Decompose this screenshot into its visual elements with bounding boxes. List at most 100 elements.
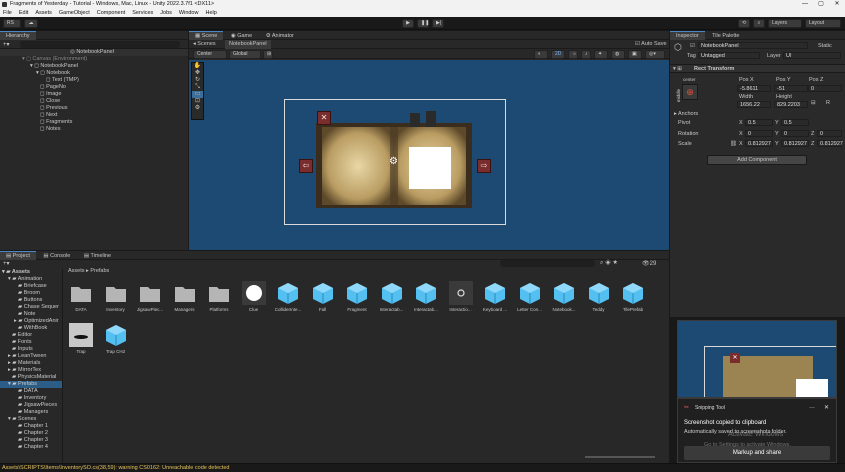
- asset-item[interactable]: Platforms: [204, 281, 234, 312]
- layer-dropdown[interactable]: UI: [783, 52, 841, 59]
- asset-item[interactable]: Clue: [239, 281, 269, 312]
- gizmos-icon[interactable]: ◎▾: [645, 50, 665, 59]
- tree-item-fragments[interactable]: ◻ Fragments: [0, 119, 188, 126]
- asset-item[interactable]: JigsawPiec...: [135, 281, 165, 312]
- close-button-preview[interactable]: ✕: [317, 111, 331, 125]
- tree-fonts[interactable]: ▰ Fonts: [0, 339, 62, 346]
- tree-data[interactable]: ▰ DATA: [0, 388, 62, 395]
- scene-header[interactable]: ◎ NotebookPanel: [0, 49, 188, 56]
- toast-close-icon[interactable]: ✕: [824, 404, 829, 411]
- breadcrumb-scenes[interactable]: ◂ Scenes: [193, 40, 216, 49]
- tree-animation[interactable]: ▾ ▰ Animation: [0, 276, 62, 283]
- tree-broom[interactable]: ▰ Broom: [0, 290, 62, 297]
- tree-briefcase[interactable]: ▰ Briefcase: [0, 283, 62, 290]
- step-icon[interactable]: ▶|: [432, 19, 444, 28]
- tree-item-notebookpanel[interactable]: ▾ ◻ NotebookPanel: [0, 63, 188, 70]
- tree-prefabs[interactable]: ▾ ▰ Prefabs: [0, 381, 62, 388]
- asset-item[interactable]: Fragment: [342, 281, 372, 312]
- toast-more-icon[interactable]: …: [809, 404, 815, 410]
- hand-tool-icon[interactable]: ✋: [192, 63, 203, 70]
- asset-item[interactable]: Letter Con...: [515, 281, 545, 312]
- breadcrumb-notebookpanel[interactable]: NotebookPanel: [225, 40, 271, 49]
- pos-z-field[interactable]: 0: [808, 85, 842, 92]
- tree-withbook[interactable]: ▰ WithBook: [0, 325, 62, 332]
- asset-item[interactable]: Inventory: [101, 281, 131, 312]
- rotate-tool-icon[interactable]: ↻: [192, 77, 203, 84]
- asset-item[interactable]: Notebook...: [549, 281, 579, 312]
- tree-materials[interactable]: ▸ ▰ Materials: [0, 360, 62, 367]
- pivot-dropdown[interactable]: Center: [193, 50, 227, 59]
- account-button[interactable]: RS: [3, 19, 21, 28]
- asset-item[interactable]: Interactab...: [377, 281, 407, 312]
- audio-icon[interactable]: ♪: [581, 50, 591, 59]
- pos-x-field[interactable]: -5.8611: [737, 85, 771, 92]
- tag-dropdown[interactable]: Untagged: [698, 52, 760, 59]
- grid-snap-icon[interactable]: ⊞: [263, 50, 273, 59]
- rot-x-field[interactable]: 0: [745, 130, 773, 137]
- breadcrumb-prefabs[interactable]: Prefabs: [90, 268, 109, 274]
- markup-and-share-button[interactable]: Markup and share: [684, 446, 830, 460]
- minimize-button[interactable]: —: [797, 0, 813, 9]
- move-tool-icon[interactable]: ✥: [192, 70, 203, 77]
- tree-jigsawpieces[interactable]: ▰ JigsawPieces: [0, 402, 62, 409]
- tab-hierarchy[interactable]: Hierarchy: [0, 31, 36, 40]
- create-asset-icon[interactable]: +▾: [3, 260, 10, 267]
- asset-item[interactable]: DATA: [66, 281, 96, 312]
- raw-edit-icon[interactable]: R: [826, 100, 830, 106]
- asset-item[interactable]: Teddy: [584, 281, 614, 312]
- asset-item[interactable]: TilePrefab: [618, 281, 648, 312]
- scene-viewport[interactable]: ✋ ✥ ↻ ⤡ ▭ ⊡ ⚙ ✕ ⇦ ⇨ ⚙: [189, 60, 669, 250]
- menu-gameobject[interactable]: GameObject: [59, 9, 90, 17]
- tree-managers[interactable]: ▰ Managers: [0, 409, 62, 416]
- add-icon[interactable]: +▾: [3, 41, 10, 48]
- asset-item[interactable]: ColliderInte...: [273, 281, 303, 312]
- pivot-handle-icon[interactable]: ⚙: [389, 156, 398, 167]
- anchor-presets-icon[interactable]: ⊕: [682, 84, 698, 100]
- hierarchy-search-input[interactable]: [20, 41, 180, 48]
- custom-tool-icon[interactable]: ⚙: [192, 105, 203, 112]
- rect-transform-header[interactable]: ▾ ⊞ Rect Transform: [670, 64, 845, 73]
- asset-item[interactable]: Keyboard ...: [480, 281, 510, 312]
- tree-scenes[interactable]: ▾ ▰ Scenes: [0, 416, 62, 423]
- draw-mode-icon[interactable]: ◐: [534, 50, 548, 59]
- menu-jobs[interactable]: Jobs: [160, 9, 172, 17]
- menu-assets[interactable]: Assets: [35, 9, 52, 17]
- tree-assets[interactable]: ▾ ▰ Assets: [0, 269, 62, 276]
- active-checkbox[interactable]: ☑: [690, 43, 695, 49]
- tree-chapter-4[interactable]: ▰ Chapter 4: [0, 444, 62, 451]
- auto-save-toggle[interactable]: ☑ Auto Save: [635, 40, 667, 49]
- history-icon[interactable]: ⟲: [738, 19, 750, 28]
- scale-y-field[interactable]: 0.812927: [781, 140, 809, 147]
- tree-item-pageno[interactable]: ◻ PageNo: [0, 84, 188, 91]
- menu-component[interactable]: Component: [97, 9, 125, 17]
- scale-z-field[interactable]: 0.812927: [817, 140, 843, 147]
- height-field[interactable]: 829.2203: [774, 101, 808, 108]
- tree-inventory[interactable]: ▰ Inventory: [0, 395, 62, 402]
- tree-chase[interactable]: ▰ Chase Sequer: [0, 304, 62, 311]
- tab-scene[interactable]: ▦ Scene: [189, 31, 224, 40]
- menu-edit[interactable]: Edit: [19, 9, 28, 17]
- tree-item-text-tmp[interactable]: ◻ Text (TMP): [0, 77, 188, 84]
- tree-item-next[interactable]: ◻ Next: [0, 112, 188, 119]
- tree-physicsmaterial[interactable]: ▰ PhysicsMaterial: [0, 374, 62, 381]
- menu-help[interactable]: Help: [205, 9, 216, 17]
- menu-file[interactable]: File: [3, 9, 12, 17]
- tree-editor[interactable]: ▰ Editor: [0, 332, 62, 339]
- asset-item[interactable]: Interactab...: [411, 281, 441, 312]
- previous-button-preview[interactable]: ⇦: [299, 159, 313, 173]
- tree-buttons[interactable]: ▰ Buttons: [0, 297, 62, 304]
- pos-y-field[interactable]: -51: [774, 85, 808, 92]
- width-field[interactable]: 1656.22: [737, 101, 771, 108]
- tree-note[interactable]: ▰ Note: [0, 311, 62, 318]
- tab-tile-palette[interactable]: Tile Palette: [706, 32, 745, 41]
- scale-tool-icon[interactable]: ⤡: [192, 84, 203, 91]
- tree-mirrortex[interactable]: ▸ ▰ MirrorTex: [0, 367, 62, 374]
- asset-item[interactable]: Interactio...: [446, 281, 476, 312]
- close-window-button[interactable]: ✕: [829, 0, 845, 9]
- lighting-icon[interactable]: ☼: [568, 50, 578, 59]
- scale-link-icon[interactable]: ⛓: [730, 141, 737, 147]
- rect-tool-icon[interactable]: ▭: [192, 91, 203, 98]
- camera-icon[interactable]: ▣: [628, 50, 642, 59]
- asset-item[interactable]: Managers: [170, 281, 200, 312]
- layout-dropdown[interactable]: Layout: [805, 19, 841, 28]
